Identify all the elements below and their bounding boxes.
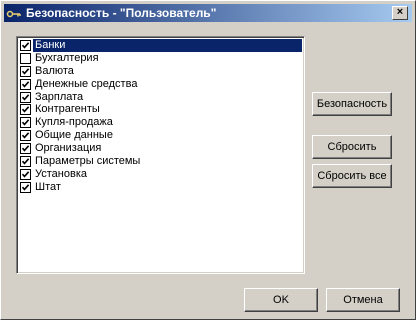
ok-button[interactable]: OK: [244, 288, 318, 312]
checkbox[interactable]: [20, 181, 31, 193]
key-icon: [6, 5, 22, 21]
checkbox[interactable]: [20, 65, 31, 77]
ok-button-label: OK: [273, 294, 289, 306]
close-button[interactable]: ×: [392, 6, 408, 20]
security-button-label: Безопасность: [316, 98, 388, 110]
checklist-item-label: Установка: [35, 167, 87, 180]
checkbox[interactable]: [20, 130, 31, 142]
checklist-item[interactable]: Денежные средства: [19, 78, 302, 91]
reset-all-button-label: Сбросить все: [317, 170, 387, 182]
checkmark-icon: [21, 106, 30, 114]
checklist-item-label: Общие данные: [35, 129, 113, 142]
checklist-item-label: Организация: [35, 142, 102, 155]
checkbox[interactable]: [20, 91, 31, 103]
checkbox[interactable]: [20, 156, 31, 168]
permissions-checklist[interactable]: Банки Бухгалтерия Валюта Денежные средства З…: [16, 36, 305, 274]
checkmark-icon: [21, 184, 30, 191]
window-title: Безопасность - "Пользователь": [26, 6, 217, 20]
checkbox[interactable]: [20, 143, 31, 155]
checkbox[interactable]: [20, 104, 31, 116]
checkmark-icon: [21, 145, 30, 152]
checklist-item[interactable]: Купля-продажа: [19, 116, 302, 129]
checkmark-icon: [21, 93, 30, 101]
reset-button[interactable]: Сбросить: [312, 135, 392, 159]
checklist-item-label: Зарплата: [35, 90, 84, 103]
security-button[interactable]: Безопасность: [312, 92, 392, 116]
checkmark-icon: [21, 119, 30, 126]
checklist-item[interactable]: Зарплата: [19, 91, 302, 104]
cancel-button-label: Отмена: [343, 294, 383, 306]
reset-all-button[interactable]: Сбросить все: [312, 164, 392, 188]
checklist-item-label: Контрагенты: [35, 103, 100, 116]
checklist-item-label: Денежные средства: [35, 77, 138, 90]
checkmark-icon: [21, 42, 30, 49]
checkmark-icon: [21, 171, 30, 178]
checklist-item[interactable]: Параметры системы: [19, 155, 302, 168]
checkbox[interactable]: [20, 78, 31, 90]
checkmark-icon: [21, 158, 30, 165]
checkmark-icon: [21, 68, 30, 75]
checklist-items: Банки Бухгалтерия Валюта Денежные средства З…: [19, 39, 302, 194]
checklist-item[interactable]: Организация: [19, 142, 302, 155]
checklist-item[interactable]: Валюта: [19, 65, 302, 78]
checklist-item-label: Валюта: [35, 64, 74, 77]
checklist-item-label: Параметры системы: [35, 155, 141, 168]
checklist-item[interactable]: Банки: [19, 39, 302, 52]
checkbox[interactable]: [20, 40, 31, 51]
checklist-item-label: Банки: [33, 39, 68, 52]
checklist-item[interactable]: Контрагенты: [19, 103, 302, 116]
checkmark-icon: [21, 80, 30, 88]
checklist-item[interactable]: Штат: [19, 181, 302, 194]
checklist-item[interactable]: Бухгалтерия: [19, 52, 302, 65]
checklist-item-label: Купля-продажа: [35, 116, 113, 129]
close-icon: ×: [396, 6, 404, 18]
checklist-item-label: Штат: [35, 180, 61, 193]
cancel-button[interactable]: Отмена: [326, 288, 400, 312]
checkbox[interactable]: [20, 168, 31, 180]
checkbox[interactable]: [20, 117, 31, 129]
checklist-item[interactable]: Установка: [19, 168, 302, 181]
checkmark-icon: [21, 132, 30, 139]
checkbox[interactable]: [20, 52, 31, 64]
checklist-item-label: Бухгалтерия: [35, 51, 99, 64]
reset-button-label: Сбросить: [327, 141, 377, 153]
checklist-item[interactable]: Общие данные: [19, 129, 302, 142]
title-bar[interactable]: Безопасность - "Пользователь" ×: [4, 4, 412, 22]
dialog-window: Безопасность - "Пользователь" × Банки Бух…: [0, 0, 416, 320]
